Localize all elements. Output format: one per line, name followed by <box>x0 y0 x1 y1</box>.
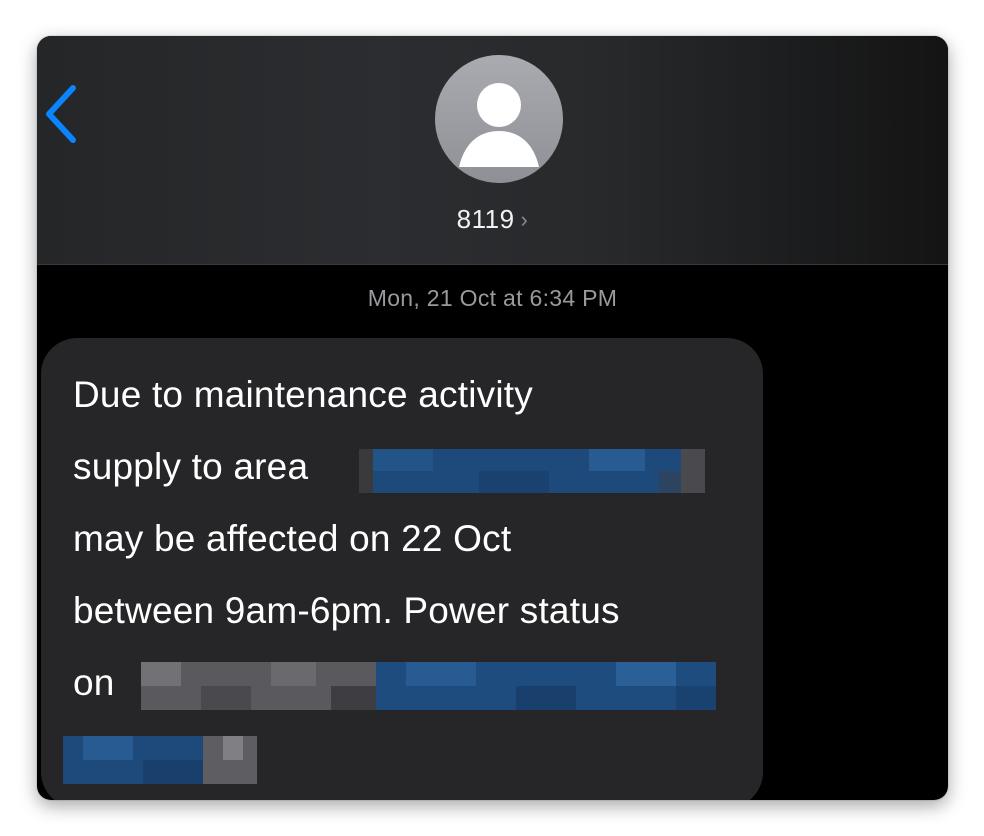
back-button[interactable] <box>39 80 83 150</box>
conversation-header: 8119 › <box>37 36 948 265</box>
chevron-right-icon: › <box>520 207 529 232</box>
message-line: between 9am-6pm. Power status <box>73 590 620 631</box>
screenshot-stage: 8119 › Mon, 21 Oct at 6:34 PM Due to main… <box>0 0 984 836</box>
incoming-message-bubble[interactable]: Due to maintenance activity supply to ar… <box>41 338 763 800</box>
messages-screen: 8119 › Mon, 21 Oct at 6:34 PM Due to main… <box>37 36 948 800</box>
redacted-link-part <box>63 736 257 784</box>
contact-name-label: 8119 <box>456 204 515 234</box>
redacted-link-part <box>376 662 716 710</box>
message-line: on <box>73 662 115 703</box>
person-placeholder-icon <box>459 83 539 167</box>
chevron-left-icon <box>46 85 76 143</box>
contact-avatar[interactable] <box>435 55 563 183</box>
message-line: supply to area <box>73 446 309 487</box>
contact-name[interactable]: 8119 › <box>37 204 948 235</box>
redacted-link-part <box>141 662 376 710</box>
message-line: may be affected on 22 Oct <box>73 518 512 559</box>
redacted-area-name <box>359 449 705 493</box>
message-timestamp: Mon, 21 Oct at 6:34 PM <box>367 285 618 311</box>
message-line: Due to maintenance activity <box>73 374 533 415</box>
